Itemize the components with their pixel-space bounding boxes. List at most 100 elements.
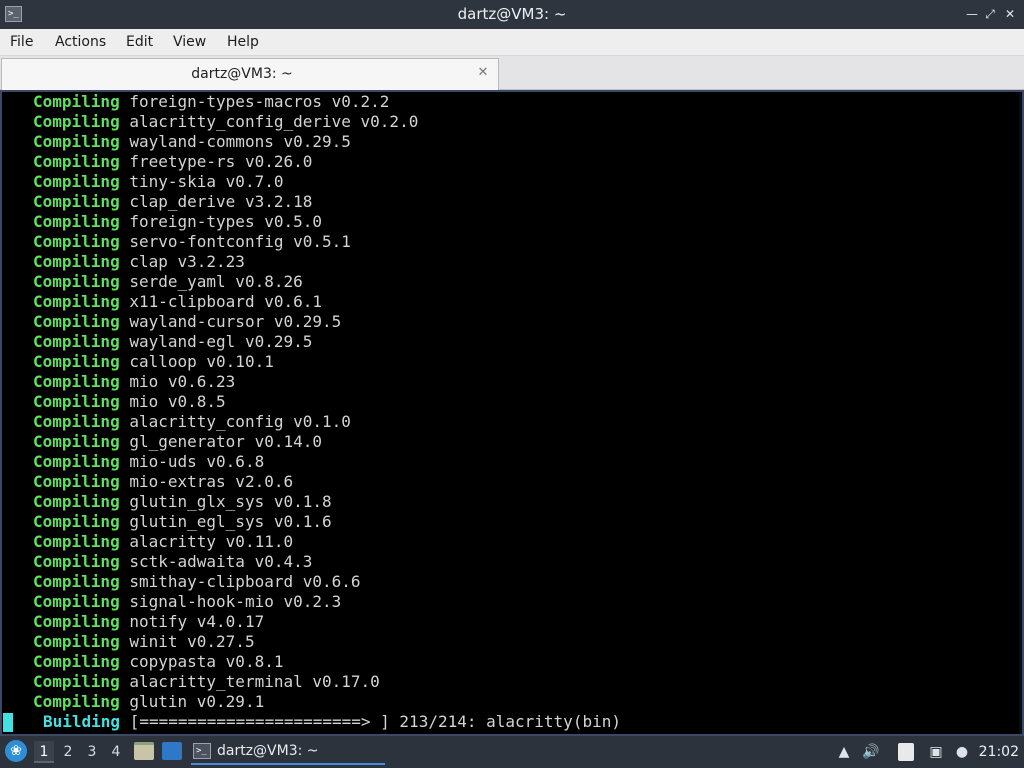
taskbar: ❀ 1 2 3 4 >_ dartz@VM3: ~ ▲ 🔊 ▣ ● 21:02 — [0, 736, 1024, 768]
compiling-label: Compiling — [33, 352, 120, 371]
terminal-line: Compiling foreign-types-macros v0.2.2 — [2, 92, 621, 112]
build-progress: [=======================> ] 213/214: ala… — [129, 712, 621, 731]
compiling-label: Compiling — [33, 312, 120, 331]
terminal-line: Compiling servo-fontconfig v0.5.1 — [2, 232, 621, 252]
tab-bar: dartz@VM3: ~ ✕ — [0, 56, 1024, 90]
compiling-label: Compiling — [33, 92, 120, 111]
menu-file[interactable]: File — [10, 29, 33, 56]
terminal-cursor — [3, 713, 13, 732]
compiling-label: Compiling — [33, 132, 120, 151]
terminal-line: Compiling calloop v0.10.1 — [2, 352, 621, 372]
compiling-label: Compiling — [33, 632, 120, 651]
compiling-label: Compiling — [33, 672, 120, 691]
bluetooth-icon[interactable]: ● — [952, 742, 972, 762]
close-icon[interactable]: ✕ — [476, 66, 490, 80]
compiling-label: Compiling — [33, 112, 120, 131]
terminal-line: Compiling mio-extras v2.0.6 — [2, 472, 621, 492]
compiling-label: Compiling — [33, 232, 120, 251]
terminal-line: Compiling sctk-adwaita v0.4.3 — [2, 552, 621, 572]
terminal-line: Compiling serde_yaml v0.8.26 — [2, 272, 621, 292]
compiling-label: Compiling — [33, 392, 120, 411]
volume-icon[interactable]: 🔊 — [861, 742, 881, 762]
taskbar-task-terminal[interactable]: >_ dartz@VM3: ~ — [191, 739, 385, 765]
terminal-line: Compiling glutin_glx_sys v0.1.8 — [2, 492, 621, 512]
crate-name: wayland-cursor v0.29.5 — [129, 312, 342, 331]
terminal-line: Compiling copypasta v0.8.1 — [2, 652, 621, 672]
compiling-label: Compiling — [33, 212, 120, 231]
terminal-line: Compiling winit v0.27.5 — [2, 632, 621, 652]
terminal-line: Compiling alacritty_config v0.1.0 — [2, 412, 621, 432]
compiling-label: Compiling — [33, 272, 120, 291]
crate-name: winit v0.27.5 — [129, 632, 255, 651]
compiling-label: Compiling — [33, 172, 120, 191]
terminal-line: Compiling notify v4.0.17 — [2, 612, 621, 632]
crate-name: sctk-adwaita v0.4.3 — [129, 552, 313, 571]
compiling-label: Compiling — [33, 192, 120, 211]
terminal-icon: >_ — [193, 743, 211, 759]
lxqt-start-icon[interactable]: ❀ — [5, 740, 27, 762]
menu-bar: File Actions Edit View Help — [0, 29, 1024, 56]
terminal-line: Compiling x11-clipboard v0.6.1 — [2, 292, 621, 312]
terminal-line: Compiling alacritty_config_derive v0.2.0 — [2, 112, 621, 132]
crate-name: glutin_glx_sys v0.1.8 — [129, 492, 332, 511]
terminal-line: Compiling freetype-rs v0.26.0 — [2, 152, 621, 172]
tab-label: dartz@VM3: ~ — [191, 66, 293, 82]
workspace-3[interactable]: 3 — [82, 741, 102, 763]
close-icon[interactable]: ✕ — [1002, 6, 1018, 22]
compiling-label: Compiling — [33, 532, 120, 551]
crate-name: wayland-commons v0.29.5 — [129, 132, 351, 151]
minimize-icon[interactable]: — — [964, 6, 980, 22]
crate-name: alacritty v0.11.0 — [129, 532, 294, 551]
compiling-label: Compiling — [33, 652, 120, 671]
workspace-2[interactable]: 2 — [58, 741, 78, 763]
workspace-1[interactable]: 1 — [34, 741, 54, 763]
compiling-label: Compiling — [33, 592, 120, 611]
compiling-label: Compiling — [33, 492, 120, 511]
crate-name: freetype-rs v0.26.0 — [129, 152, 313, 171]
tab-terminal[interactable]: dartz@VM3: ~ ✕ — [1, 58, 499, 90]
maximize-icon[interactable]: ⤢ — [982, 6, 998, 22]
menu-actions[interactable]: Actions — [55, 29, 106, 56]
compiling-label: Compiling — [33, 432, 120, 451]
terminal-line: Compiling foreign-types v0.5.0 — [2, 212, 621, 232]
crate-name: servo-fontconfig v0.5.1 — [129, 232, 351, 251]
workspace-4[interactable]: 4 — [106, 741, 126, 763]
menu-help[interactable]: Help — [227, 29, 259, 56]
compiling-label: Compiling — [33, 372, 120, 391]
update-icon[interactable]: ▲ — [834, 742, 854, 762]
terminal-line: Compiling wayland-commons v0.29.5 — [2, 132, 621, 152]
terminal-line: Compiling gl_generator v0.14.0 — [2, 432, 621, 452]
clipboard-icon[interactable] — [898, 743, 914, 761]
compiling-label: Compiling — [33, 552, 120, 571]
compiling-label: Compiling — [33, 612, 120, 631]
menu-edit[interactable]: Edit — [126, 29, 153, 56]
file-manager-icon[interactable] — [134, 742, 154, 760]
terminal-line: Compiling mio v0.6.23 — [2, 372, 621, 392]
compiling-label: Compiling — [33, 512, 120, 531]
desktop-icon[interactable] — [162, 742, 182, 760]
crate-name: mio-uds v0.6.8 — [129, 452, 265, 471]
terminal-line: Compiling smithay-clipboard v0.6.6 — [2, 572, 621, 592]
compiling-label: Compiling — [33, 152, 120, 171]
compiling-label: Compiling — [33, 572, 120, 591]
title-bar: >_ dartz@VM3: ~ — ⤢ ✕ — [0, 0, 1024, 29]
crate-name: smithay-clipboard v0.6.6 — [129, 572, 361, 591]
menu-view[interactable]: View — [173, 29, 206, 56]
compiling-label: Compiling — [33, 472, 120, 491]
crate-name: mio v0.8.5 — [129, 392, 226, 411]
crate-name: glutin_egl_sys v0.1.6 — [129, 512, 332, 531]
task-label: dartz@VM3: ~ — [217, 743, 319, 759]
network-icon[interactable]: ▣ — [926, 742, 946, 762]
terminal-scrollbar[interactable] — [1019, 92, 1022, 734]
crate-name: clap_derive v3.2.18 — [129, 192, 313, 211]
terminal-line: Compiling clap_derive v3.2.18 — [2, 192, 621, 212]
terminal-line: Compiling glutin v0.29.1 — [2, 692, 621, 712]
crate-name: mio v0.6.23 — [129, 372, 236, 391]
terminal-view[interactable]: Compiling foreign-types-macros v0.2.2 Com… — [0, 90, 1024, 736]
clock[interactable]: 21:02 — [979, 736, 1019, 768]
crate-name: glutin v0.29.1 — [129, 692, 265, 711]
window-title: dartz@VM3: ~ — [457, 5, 567, 23]
crate-name: tiny-skia v0.7.0 — [129, 172, 284, 191]
building-label: Building — [43, 712, 121, 731]
crate-name: x11-clipboard v0.6.1 — [129, 292, 322, 311]
